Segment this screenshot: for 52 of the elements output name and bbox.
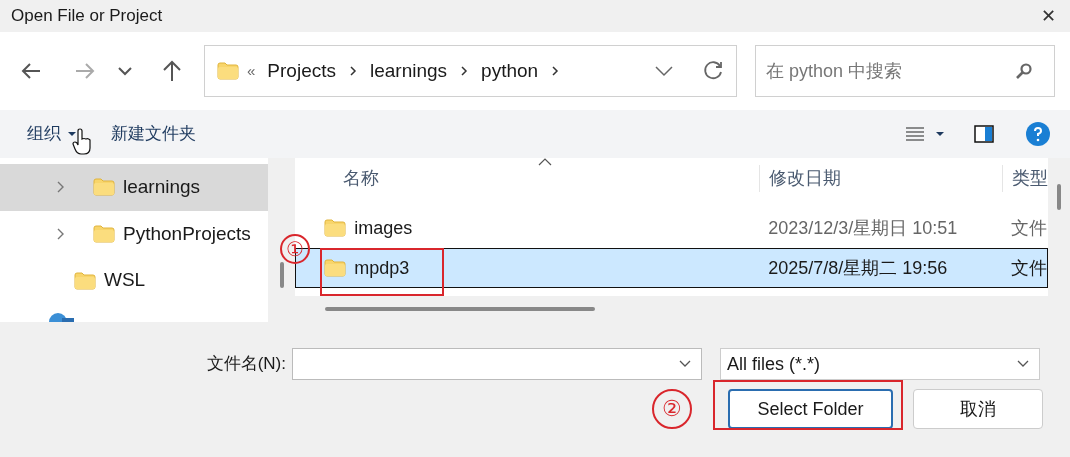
refresh-icon[interactable]	[702, 60, 724, 82]
column-header[interactable]: 名称	[295, 165, 760, 192]
folder-icon	[217, 62, 239, 80]
chevron-down-icon[interactable]	[116, 65, 134, 77]
scrollbar-thumb[interactable]	[1057, 184, 1062, 210]
search-icon[interactable]	[1015, 62, 1033, 80]
filename-field[interactable]	[292, 348, 702, 380]
step-marker: ②	[652, 389, 692, 429]
search-field[interactable]: 在 python 中搜索	[755, 45, 1055, 97]
scrollbar-thumb[interactable]	[325, 307, 596, 311]
caret-icon	[67, 131, 77, 137]
new-folder-button[interactable]: 新建文件夹	[111, 121, 196, 147]
organize-button[interactable]: 组织	[27, 121, 77, 147]
modified-date: 2023/12/3/星期日 10:51	[767, 216, 959, 240]
overflow-chevrons[interactable]: «	[247, 59, 256, 83]
sidebar-item[interactable]: learnings	[0, 164, 269, 211]
column-header[interactable]: 修改日期	[759, 165, 1003, 192]
caret-icon[interactable]	[679, 360, 691, 368]
file-type: 文件	[1010, 256, 1048, 280]
cancel-button[interactable]: 取消	[913, 389, 1043, 429]
close-button[interactable]: ✕	[1041, 2, 1056, 30]
file-name: mpdp3	[354, 256, 410, 280]
address-bar[interactable]: « Projects learnings python	[204, 45, 737, 97]
folder-icon	[324, 219, 347, 237]
view-list-icon[interactable]	[906, 127, 944, 141]
select-folder-button[interactable]: Select Folder	[728, 389, 893, 429]
scrollbar-thumb[interactable]	[279, 262, 284, 288]
dropdown-icon[interactable]	[654, 65, 674, 77]
breadcrumb[interactable]: Projects	[267, 56, 336, 86]
sidebar-item[interactable]: PythonProjects	[0, 210, 269, 258]
caret-icon[interactable]	[1017, 360, 1029, 368]
file-type-select[interactable]: All files (*.*)	[720, 348, 1040, 380]
help-icon[interactable]	[1026, 122, 1050, 146]
file-name: images	[354, 216, 413, 240]
folder-icon	[93, 178, 115, 197]
breadcrumb[interactable]: learnings	[370, 56, 448, 86]
chevron-icon[interactable]	[459, 64, 470, 78]
sort-up-icon	[538, 158, 553, 166]
folder-icon	[74, 271, 96, 290]
preview-pane-icon[interactable]	[974, 125, 994, 143]
filename-label: 文件名(N):	[205, 353, 287, 376]
folder-icon	[324, 259, 347, 277]
chevron-icon[interactable]	[550, 64, 561, 78]
chevron-icon[interactable]	[348, 64, 358, 78]
modified-date: 2025/7/8/星期二 19:56	[767, 256, 949, 280]
breadcrumb[interactable]: python	[481, 56, 539, 86]
file-type: 文件	[1010, 216, 1048, 240]
folder-icon	[93, 225, 115, 243]
globe-icon	[48, 312, 74, 322]
step-marker: ①	[280, 234, 310, 264]
sidebar-item[interactable]: WSL	[0, 257, 269, 304]
window-title: Open File or Project	[11, 5, 163, 28]
